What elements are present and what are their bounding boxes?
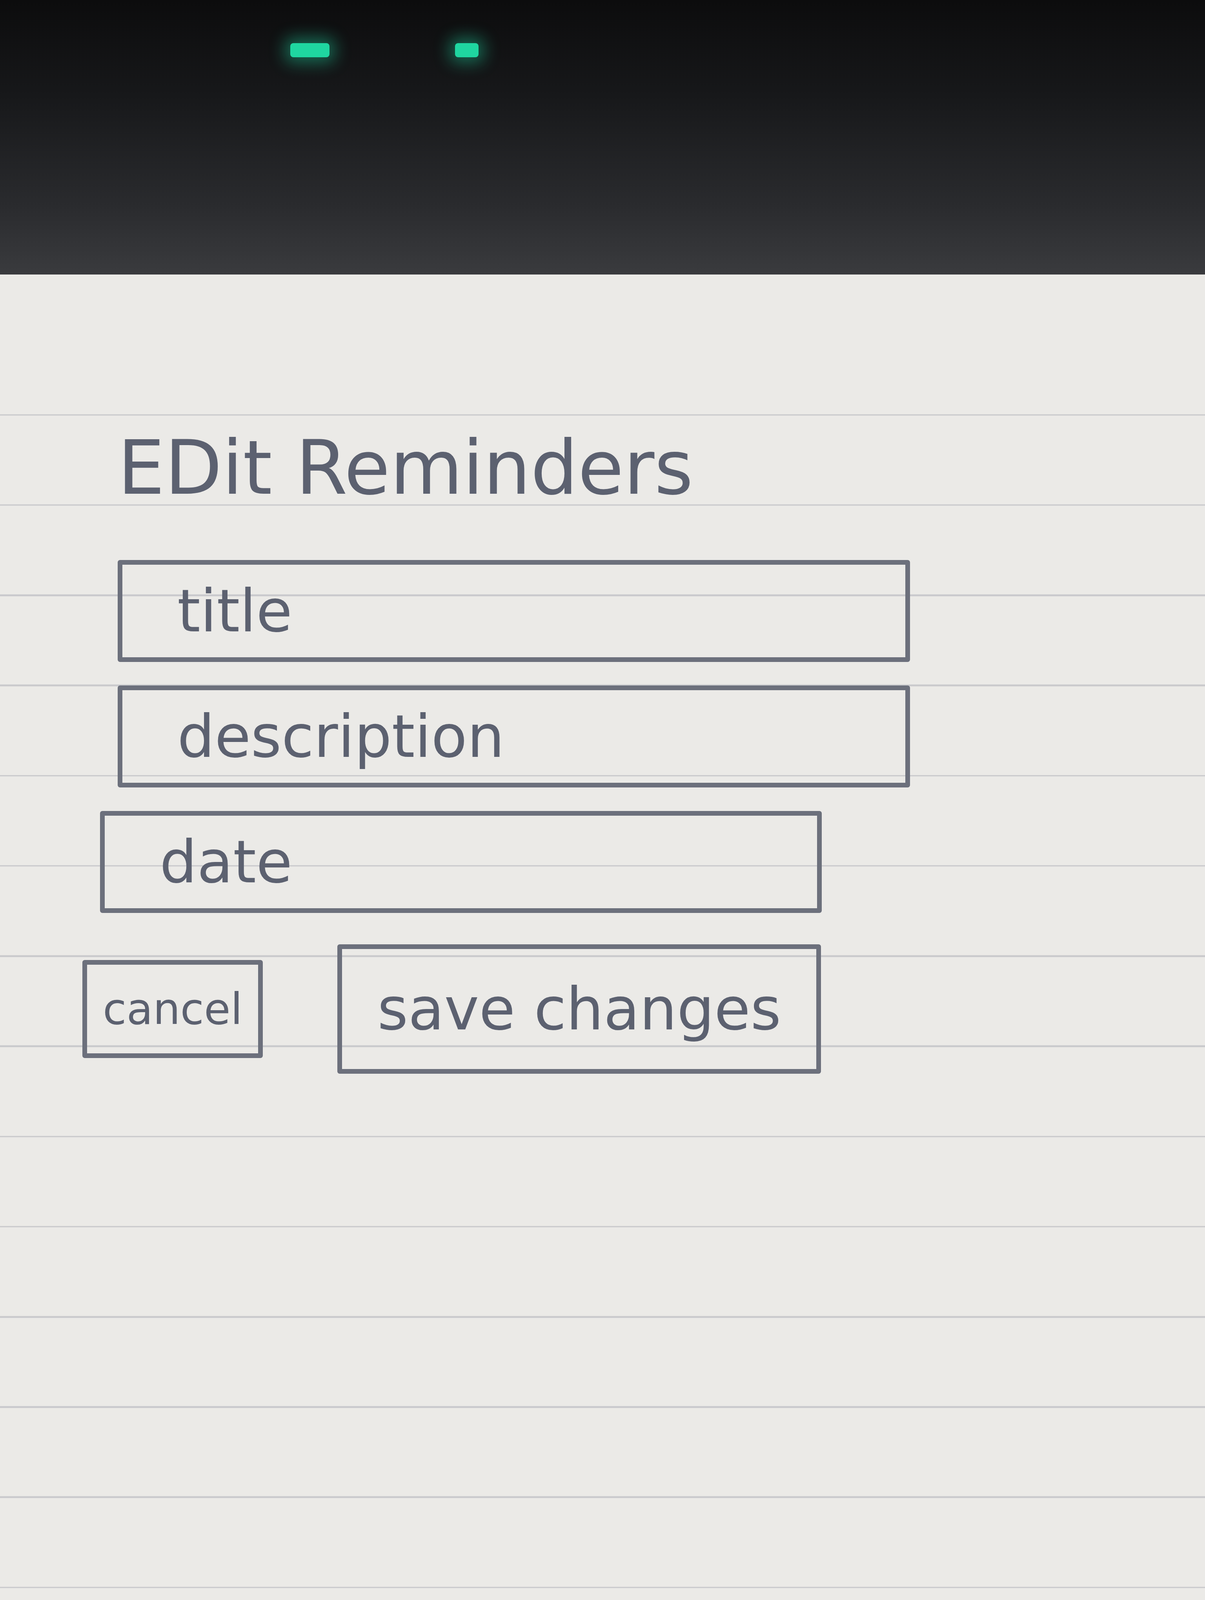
green-light-icon [290,43,330,58]
button-row: cancel save changes [82,944,946,1074]
desk-background [0,0,1205,275]
page: EDit Reminders title description date cancel… [0,0,1205,1600]
save-button[interactable]: save changes [337,944,821,1074]
notebook-paper: EDit Reminders title description date cancel… [0,274,1205,1600]
green-light-icon [455,43,479,58]
edit-reminder-form: EDit Reminders title description date cancel… [82,423,946,1074]
text-field[interactable]: date [100,811,822,914]
cancel-button[interactable]: cancel [82,960,263,1059]
text-field[interactable]: title [117,560,911,663]
form-title: EDit Reminders [82,423,946,514]
text-field[interactable]: description [117,685,911,788]
